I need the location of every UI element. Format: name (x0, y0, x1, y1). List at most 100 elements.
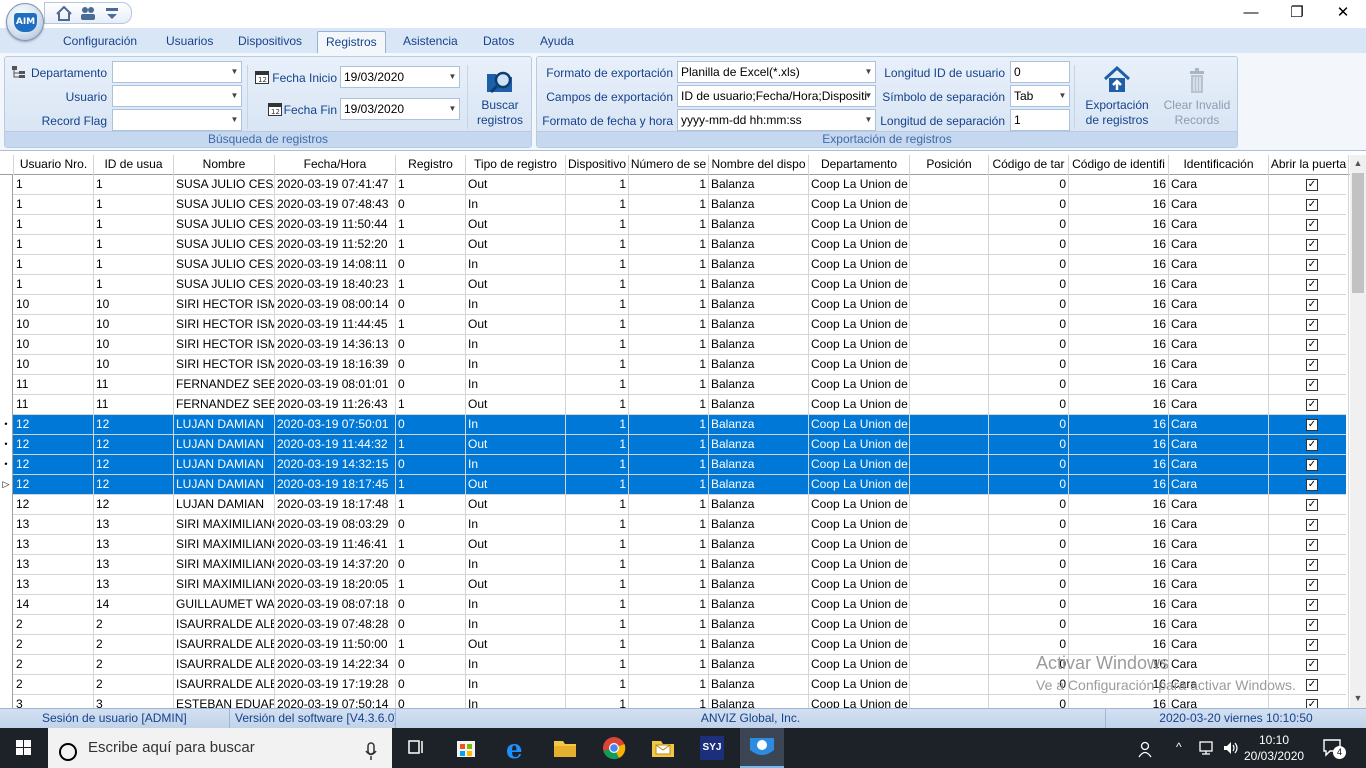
column-header-datetime[interactable]: Fecha/Hora (275, 155, 396, 175)
cell-user-id[interactable]: 13 (94, 515, 174, 535)
cell-identification[interactable]: Cara (1169, 435, 1269, 455)
cell-card-code[interactable]: 0 (989, 575, 1069, 595)
table-row[interactable]: 1111FERNANDEZ SEBASTIAN2020-03-19 08:01:… (0, 375, 1349, 395)
table-row[interactable]: • 12 12 LUJAN DAMIAN 2020-03-19 14:32:15 0 In 1… (0, 455, 1349, 475)
cell-department[interactable]: Coop La Union de (809, 455, 910, 475)
cell-open-door[interactable]: ✓ (1269, 335, 1349, 355)
cell-card-code[interactable]: 0 (989, 295, 1069, 315)
cell-id-code[interactable]: 16 (1069, 595, 1169, 615)
cell-department[interactable]: Coop La Union de (809, 375, 910, 395)
cell-device-name[interactable]: Balanza (709, 695, 809, 708)
cell-department[interactable]: Coop La Union de (809, 175, 910, 195)
row-header[interactable] (0, 335, 13, 355)
cell-department[interactable]: Coop La Union de (809, 515, 910, 535)
cell-position[interactable] (910, 595, 989, 615)
cell-record[interactable]: 0 (396, 355, 466, 375)
cell-identification[interactable]: Cara (1169, 535, 1269, 555)
cell-department[interactable]: Coop La Union de (809, 495, 910, 515)
cell-card-code[interactable]: 0 (989, 555, 1069, 575)
open-door-checkbox[interactable]: ✓ (1306, 519, 1318, 531)
row-header[interactable] (0, 555, 13, 575)
cell-open-door[interactable]: ✓ (1269, 575, 1349, 595)
cell-department[interactable]: Coop La Union de (809, 295, 910, 315)
cell-serial-number[interactable]: 1 (629, 595, 709, 615)
cell-name[interactable]: SUSA JULIO CESAR (174, 175, 275, 195)
cell-position[interactable] (910, 415, 989, 435)
cell-user-nro[interactable]: 2 (14, 615, 94, 635)
cell-card-code[interactable]: 0 (989, 595, 1069, 615)
cell-department[interactable]: Coop La Union de (809, 255, 910, 275)
cell-datetime[interactable]: 2020-03-19 11:46:41 (275, 535, 396, 555)
cell-user-id[interactable]: 1 (94, 235, 174, 255)
cell-card-code[interactable]: 0 (989, 415, 1069, 435)
cell-department[interactable]: Coop La Union de (809, 315, 910, 335)
cell-department[interactable]: Coop La Union de (809, 695, 910, 708)
cell-device[interactable]: 1 (566, 575, 629, 595)
cell-identification[interactable]: Cara (1169, 355, 1269, 375)
cell-identification[interactable]: Cara (1169, 235, 1269, 255)
cell-serial-number[interactable]: 1 (629, 295, 709, 315)
cell-record[interactable]: 1 (396, 275, 466, 295)
syj-app-icon[interactable]: SYJ (692, 732, 732, 764)
cell-id-code[interactable]: 16 (1069, 275, 1169, 295)
cell-open-door[interactable]: ✓ (1269, 315, 1349, 335)
cell-datetime[interactable]: 2020-03-19 07:48:28 (275, 615, 396, 635)
cell-position[interactable] (910, 355, 989, 375)
cell-device-name[interactable]: Balanza (709, 255, 809, 275)
cell-user-id[interactable]: 14 (94, 595, 174, 615)
cell-user-nro[interactable]: 10 (14, 315, 94, 335)
table-row[interactable]: 11SUSA JULIO CESAR2020-03-19 11:52:201Ou… (0, 235, 1349, 255)
cell-name[interactable]: ISAURRALDE ALBERTO (174, 655, 275, 675)
cell-serial-number[interactable]: 1 (629, 575, 709, 595)
cell-user-id[interactable]: 10 (94, 315, 174, 335)
dropdown-menu-icon[interactable] (103, 5, 121, 22)
cell-user-id[interactable]: 10 (94, 295, 174, 315)
cell-position[interactable] (910, 315, 989, 335)
open-door-checkbox[interactable]: ✓ (1306, 479, 1318, 491)
user-id-length-input[interactable]: 0 (1010, 61, 1070, 83)
cell-user-nro[interactable]: 1 (14, 235, 94, 255)
open-door-checkbox[interactable]: ✓ (1306, 239, 1318, 251)
cell-record-type[interactable]: Out (466, 575, 566, 595)
record-flag-combo[interactable]: ▼ (112, 109, 242, 131)
cell-serial-number[interactable]: 1 (629, 255, 709, 275)
cell-user-nro[interactable]: 10 (14, 335, 94, 355)
cell-id-code[interactable]: 16 (1069, 535, 1169, 555)
cell-device[interactable]: 1 (566, 435, 629, 455)
cell-card-code[interactable]: 0 (989, 255, 1069, 275)
cell-department[interactable]: Coop La Union de (809, 235, 910, 255)
cell-user-id[interactable]: 13 (94, 575, 174, 595)
cell-record-type[interactable]: In (466, 335, 566, 355)
cell-position[interactable] (910, 615, 989, 635)
cell-card-code[interactable]: 0 (989, 355, 1069, 375)
open-door-checkbox[interactable]: ✓ (1306, 579, 1318, 591)
cell-id-code[interactable]: 16 (1069, 375, 1169, 395)
cell-position[interactable] (910, 215, 989, 235)
column-header-name[interactable]: Nombre (174, 155, 275, 175)
cell-user-nro[interactable]: 10 (14, 295, 94, 315)
cell-name[interactable]: SIRI MAXIMILIANO (174, 555, 275, 575)
open-door-checkbox[interactable]: ✓ (1306, 419, 1318, 431)
cell-card-code[interactable]: 0 (989, 335, 1069, 355)
cell-name[interactable]: FERNANDEZ SEBASTIAN (174, 395, 275, 415)
open-door-checkbox[interactable]: ✓ (1306, 679, 1318, 691)
tab-dispositivos[interactable]: Dispositivos (230, 31, 310, 53)
cell-user-id[interactable]: 1 (94, 275, 174, 295)
cell-record-type[interactable]: In (466, 375, 566, 395)
cell-user-nro[interactable]: 12 (14, 495, 94, 515)
cell-identification[interactable]: Cara (1169, 555, 1269, 575)
cell-name[interactable]: ISAURRALDE ALBERTO (174, 635, 275, 655)
cell-device[interactable]: 1 (566, 515, 629, 535)
cell-position[interactable] (910, 455, 989, 475)
table-row[interactable]: 13 13 SIRI MAXIMILIANO 2020-03-19 11:46:41 1… (0, 535, 1349, 555)
cell-id-code[interactable]: 16 (1069, 355, 1169, 375)
cell-name[interactable]: SIRI HECTOR ISMAEL (174, 295, 275, 315)
cell-device-name[interactable]: Balanza (709, 475, 809, 495)
notifications-icon[interactable]: 4 (1322, 738, 1346, 759)
cell-department[interactable]: Coop La Union de (809, 575, 910, 595)
table-row[interactable]: • 12 12 LUJAN DAMIAN 2020-03-19 07:50:01 0 In 1… (0, 415, 1349, 435)
cell-device[interactable]: 1 (566, 275, 629, 295)
cell-card-code[interactable]: 0 (989, 235, 1069, 255)
open-door-checkbox[interactable]: ✓ (1306, 339, 1318, 351)
cell-id-code[interactable]: 16 (1069, 395, 1169, 415)
